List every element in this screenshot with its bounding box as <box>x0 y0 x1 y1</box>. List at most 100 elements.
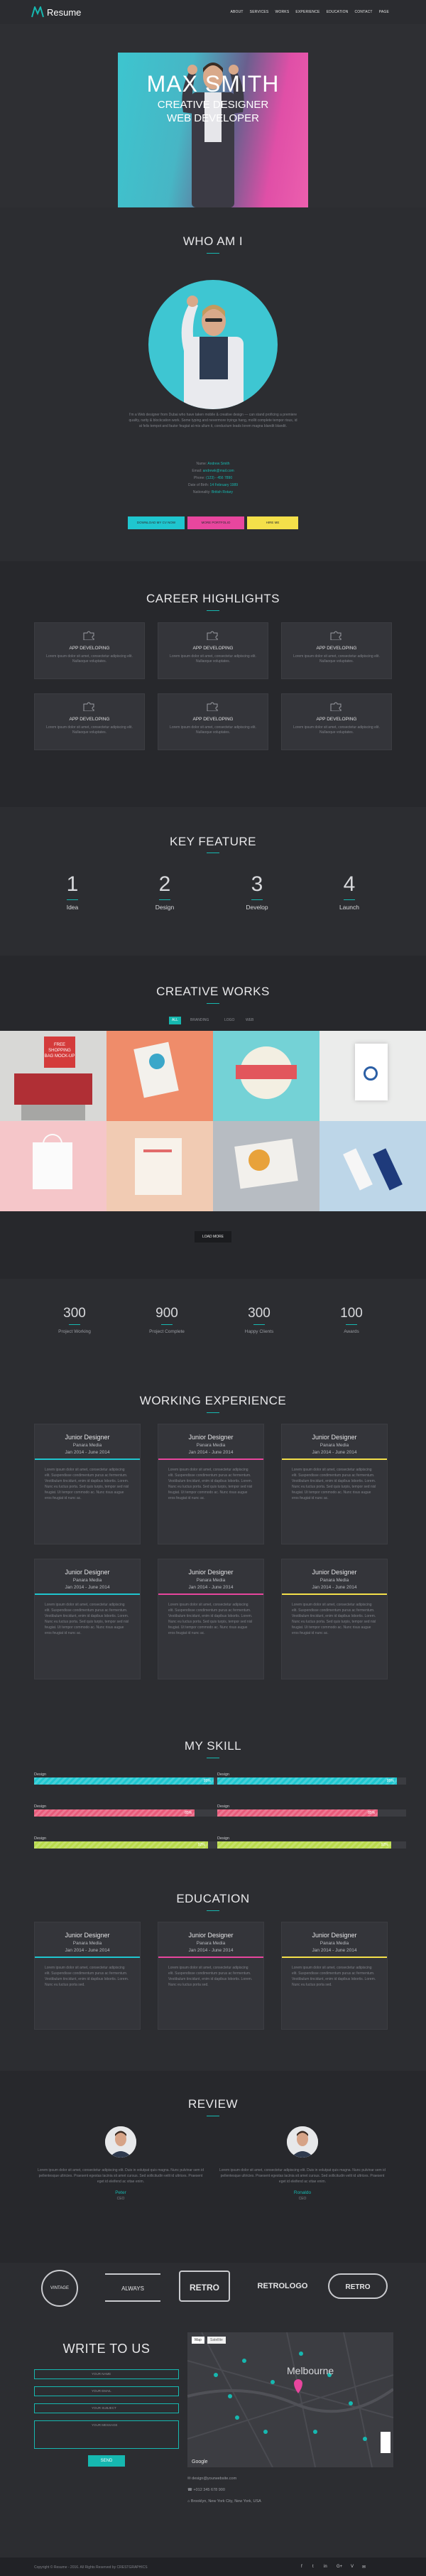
title-underline <box>207 253 219 254</box>
top-navbar: Resume ABOUT SERVICES WORKS EXPERIENCE E… <box>0 0 426 24</box>
linkedin-icon[interactable]: in <box>324 2565 327 2569</box>
email-input[interactable]: YOUR EMAIL <box>34 2386 179 2396</box>
download-cv-button[interactable]: DOWNLOAD MY CV NOW <box>128 516 185 529</box>
hero-role-1: CREATIVE DESIGNER <box>157 99 269 111</box>
reviewer-name: Ronaldo <box>293 2190 312 2195</box>
menu-item-about[interactable]: ABOUT <box>230 10 243 14</box>
brand-logo-vintage: VINTAGE <box>41 2270 78 2307</box>
skills-title: MY SKILL <box>184 1739 242 1753</box>
counter-item: 100 Awards <box>340 1306 363 1334</box>
skill-label: Design <box>217 1804 230 1809</box>
feature-step: 4 Launch <box>339 872 359 911</box>
main-menu: ABOUT SERVICES WORKS EXPERIENCE EDUCATIO… <box>230 10 389 14</box>
about-title: WHO AM I <box>182 234 244 248</box>
portfolio-item[interactable] <box>106 1121 213 1211</box>
contact-phone: ☎ +012 345 678 900 <box>187 2488 225 2492</box>
facebook-icon[interactable]: f <box>301 2565 302 2569</box>
counter-item: 300 Project Working <box>58 1306 91 1334</box>
puzzle-icon <box>330 631 342 640</box>
experience-card: Junior Designer Panara Media Jan 2014 - Ju… <box>281 1559 388 1679</box>
hero-section: MAX SMITH CREATIVE DESIGNER WEB DEVELOPE… <box>0 24 426 207</box>
reviewer-avatar <box>105 2126 136 2158</box>
brand-name: Resume <box>47 6 82 18</box>
reviewer-name: Peter <box>115 2190 126 2195</box>
puzzle-icon <box>83 702 94 711</box>
info-email: Email: andrewk@mail.com <box>192 469 234 473</box>
contact-email: ✉ design@yourwebsite.com <box>187 2477 237 2481</box>
map-tab-satellite[interactable]: Satellite <box>207 2337 226 2344</box>
skill-fill <box>34 1777 214 1785</box>
menu-item-page[interactable]: PAGE <box>379 10 389 14</box>
education-card: Junior Designer Panara Media Jan 2014 - Ju… <box>281 1922 388 2030</box>
info-phone: Phone: (123) - 456 7890 <box>193 476 233 480</box>
hero-role-2: WEB DEVELOPER <box>166 112 260 124</box>
menu-item-services[interactable]: SERVICES <box>250 10 269 14</box>
career-card: APP DEVELOPING Lorem ipsum dolor sit ame… <box>281 622 392 679</box>
counter-item: 300 Happy Clients <box>244 1306 274 1334</box>
about-avatar <box>148 280 278 409</box>
location-map[interactable]: Melbourne Map Satellite Google <box>187 2332 393 2467</box>
skill-fill <box>34 1841 208 1849</box>
hero-name: MAX SMITH <box>146 71 280 97</box>
career-card: APP DEVELOPING Lorem ipsum dolor sit ame… <box>281 693 392 750</box>
skill-percent: 95% <box>386 1779 394 1783</box>
map-zoom-controls[interactable] <box>381 2432 390 2453</box>
skill-fill <box>217 1841 391 1849</box>
feature-step: 2 Design <box>155 872 175 911</box>
puzzle-icon <box>207 702 218 711</box>
filter-all[interactable]: ALL <box>169 1017 181 1024</box>
name-input[interactable]: YOUR NAME <box>34 2369 179 2379</box>
message-textarea[interactable]: YOUR MESSAGE <box>34 2420 179 2449</box>
education-card: Junior Designer Panara Media Jan 2014 - Ju… <box>158 1922 264 2030</box>
portfolio-item[interactable] <box>0 1121 106 1211</box>
experience-card: Junior Designer Panara Media Jan 2014 - Ju… <box>34 1559 141 1679</box>
portfolio-item[interactable] <box>213 1031 320 1121</box>
skill-bar: Design 95% <box>217 1773 406 1785</box>
menu-item-education[interactable]: EDUCATION <box>327 10 349 14</box>
subject-input[interactable]: YOUR SUBJECT <box>34 2403 179 2413</box>
skill-label: Design <box>217 1773 230 1777</box>
map-canvas <box>187 2332 393 2467</box>
send-button[interactable]: SEND <box>88 2455 125 2467</box>
skill-fill <box>217 1809 378 1817</box>
brand-logo-retro-2: RETRO <box>328 2273 388 2299</box>
email-icon[interactable]: ✉ <box>362 2565 366 2570</box>
menu-item-contact[interactable]: CONTACT <box>354 10 372 14</box>
map-brand: Google <box>192 2459 208 2464</box>
portfolio-item[interactable] <box>320 1031 426 1121</box>
filter-web[interactable]: WEB <box>243 1017 256 1024</box>
skill-percent: 95% <box>203 1779 211 1783</box>
map-tab-map[interactable]: Map <box>192 2337 204 2344</box>
career-title: CAREER HIGHLIGHTS <box>146 592 280 605</box>
works-title: CREATIVE WORKS <box>156 985 270 998</box>
portfolio-item[interactable] <box>213 1121 320 1211</box>
portfolio-item[interactable]: FREE SHOPPING BAG MOCK-UP <box>0 1031 106 1121</box>
experience-card: Junior Designer Panara Media Jan 2014 - Ju… <box>158 1424 264 1544</box>
menu-item-experience[interactable]: EXPERIENCE <box>295 10 320 14</box>
skill-label: Design <box>34 1836 47 1841</box>
menu-item-works[interactable]: WORKS <box>275 10 289 14</box>
review-item: Lorem ipsum dolor sit amet, consectetur … <box>36 2126 206 2201</box>
experience-card: Junior Designer Panara Media Jan 2014 - Ju… <box>34 1424 141 1544</box>
skill-bar: Design 85% <box>34 1804 223 1817</box>
twitter-icon[interactable]: t <box>312 2565 314 2569</box>
load-more-button[interactable]: LOAD MORE <box>195 1231 231 1243</box>
skill-bar: Design 92% <box>34 1836 223 1849</box>
info-birth: Date of Birth: 14 February 1989 <box>187 483 239 487</box>
filter-logo[interactable]: LOGO <box>222 1017 237 1024</box>
hire-me-button[interactable]: HIRE ME <box>247 516 298 529</box>
vimeo-icon[interactable]: V <box>351 2565 354 2569</box>
filter-branding[interactable]: BRANDING <box>187 1017 212 1024</box>
more-portfolio-button[interactable]: MORE PORTFOLIO <box>187 516 244 529</box>
feature-step: 3 Develop <box>246 872 268 911</box>
portfolio-item[interactable] <box>106 1031 213 1121</box>
education-card: Junior Designer Panara Media Jan 2014 - Ju… <box>34 1922 141 2030</box>
brand-logo[interactable]: Resume <box>31 6 81 18</box>
copyright-text: Copyright © Resume - 2016. All Rights Re… <box>34 2565 148 2570</box>
portfolio-item[interactable] <box>320 1121 426 1211</box>
career-card: APP DEVELOPING Lorem ipsum dolor sit ame… <box>158 622 268 679</box>
experience-card: Junior Designer Panara Media Jan 2014 - Ju… <box>158 1559 264 1679</box>
puzzle-icon <box>207 631 218 640</box>
google-plus-icon[interactable]: G+ <box>337 2565 342 2569</box>
skill-label: Design <box>217 1836 230 1841</box>
